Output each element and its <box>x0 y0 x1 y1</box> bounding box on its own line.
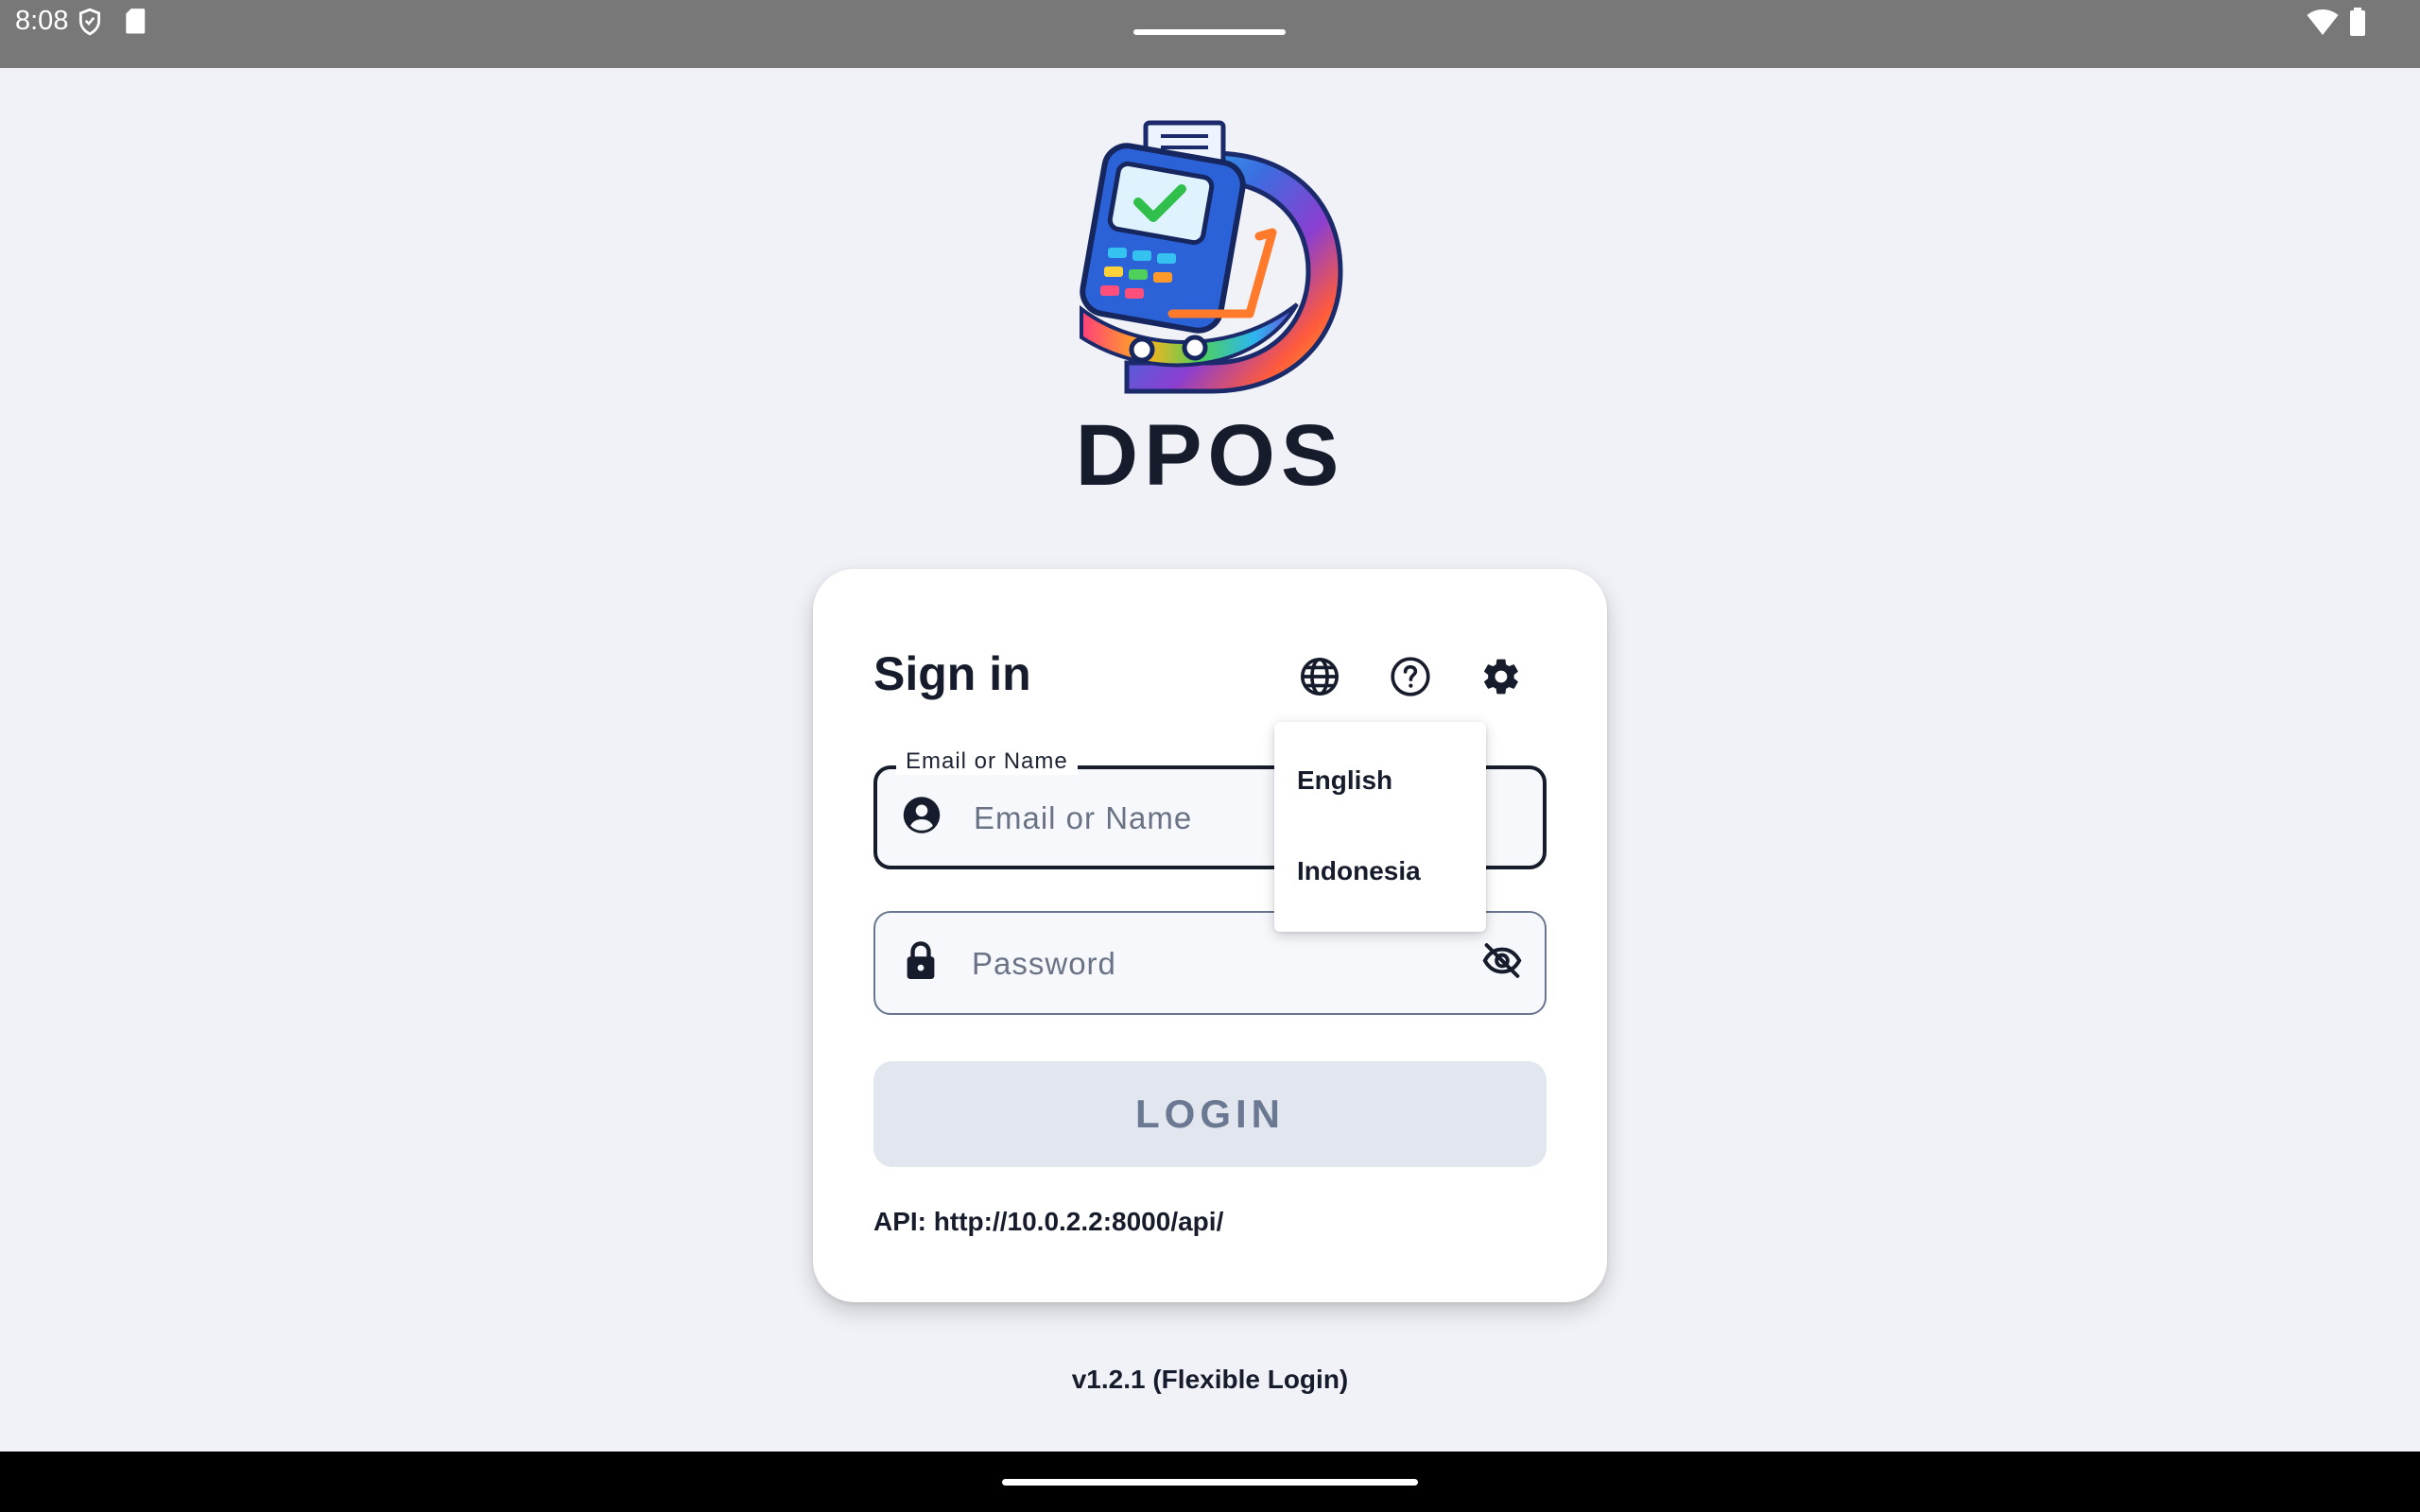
page-title: Sign in <box>873 647 1031 700</box>
language-option-indonesia[interactable]: Indonesia <box>1274 833 1486 909</box>
home-handle[interactable] <box>1002 1479 1418 1486</box>
version-text: v1.2.1 (Flexible Login) <box>1071 1365 1349 1394</box>
status-pill <box>1133 29 1286 35</box>
battery-icon <box>2349 8 2366 41</box>
login-card: Sign in Email or Name Email or Name LOGI… <box>813 569 1607 1302</box>
navigation-bar <box>0 1452 2420 1512</box>
lock-icon <box>902 940 940 987</box>
language-menu: English Indonesia <box>1274 722 1486 932</box>
globe-icon[interactable] <box>1295 652 1344 701</box>
status-time: 8:08 <box>15 6 69 36</box>
dpos-logo <box>1070 115 1344 401</box>
api-url-text: API: http://10.0.2.2:8000/api/ <box>873 1207 1224 1236</box>
help-icon[interactable] <box>1386 652 1435 701</box>
account-circle-icon <box>902 796 942 840</box>
wifi-icon <box>2307 9 2339 41</box>
status-bar: 8:08 <box>0 0 2420 68</box>
language-option-english[interactable]: English <box>1274 743 1486 818</box>
shield-icon <box>78 8 102 41</box>
visibility-off-icon[interactable] <box>1480 942 1524 985</box>
login-button[interactable]: LOGIN <box>873 1061 1547 1167</box>
sd-card-icon <box>125 8 146 39</box>
brand-name: DPOS <box>1075 407 1345 504</box>
settings-icon[interactable] <box>1477 652 1526 701</box>
